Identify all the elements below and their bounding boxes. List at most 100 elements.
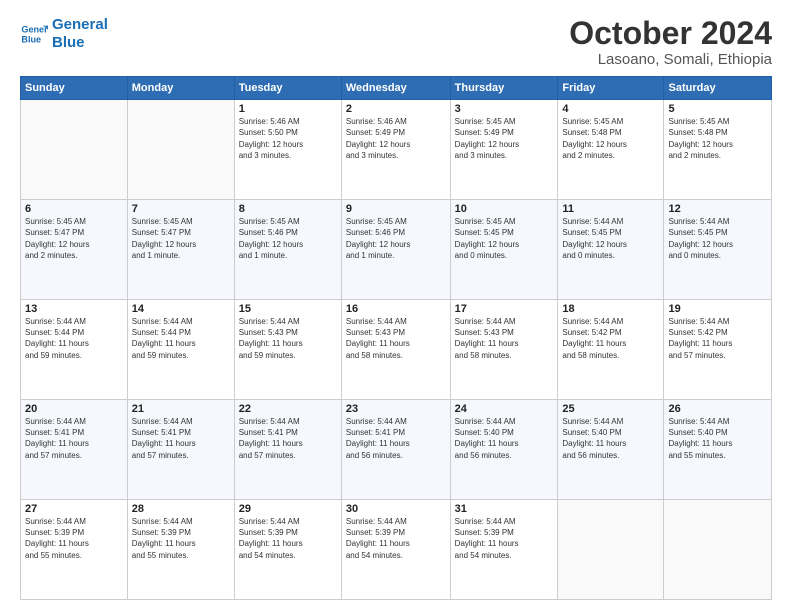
day-info: Sunrise: 5:44 AM Sunset: 5:41 PM Dayligh…: [346, 416, 446, 461]
calendar-cell: [558, 500, 664, 600]
calendar-cell: 25Sunrise: 5:44 AM Sunset: 5:40 PM Dayli…: [558, 400, 664, 500]
day-info: Sunrise: 5:44 AM Sunset: 5:43 PM Dayligh…: [346, 316, 446, 361]
day-number: 30: [346, 503, 446, 515]
calendar-week-row: 6 Sunrise: 5:45 AM Sunset: 5:47 PM Daylig…: [21, 200, 772, 300]
header-day-tuesday: Tuesday: [234, 77, 341, 100]
day-number: 22: [239, 403, 337, 415]
header-day-saturday: Saturday: [664, 77, 772, 100]
calendar-cell: 8Sunrise: 5:45 AM Sunset: 5:46 PM Daylig…: [234, 200, 341, 300]
day-info: Sunrise: 5:44 AM Sunset: 5:40 PM Dayligh…: [668, 416, 767, 461]
day-info: Sunrise: 5:44 AM Sunset: 5:44 PM Dayligh…: [25, 316, 123, 361]
calendar-cell: 29Sunrise: 5:44 AM Sunset: 5:39 PM Dayli…: [234, 500, 341, 600]
calendar-cell: 6Sunrise: 5:45 AM Sunset: 5:47 PM Daylig…: [21, 200, 128, 300]
day-number: 7: [132, 203, 230, 215]
calendar-header-row: SundayMondayTuesdayWednesdayThursdayFrid…: [21, 77, 772, 100]
calendar-cell: 10Sunrise: 5:45 AM Sunset: 5:45 PM Dayli…: [450, 200, 558, 300]
day-number: 1: [239, 103, 337, 115]
day-info: Sunrise: 5:44 AM Sunset: 5:39 PM Dayligh…: [25, 516, 123, 561]
calendar-cell: 22Sunrise: 5:44 AM Sunset: 5:41 PM Dayli…: [234, 400, 341, 500]
calendar-cell: 27Sunrise: 5:44 AM Sunset: 5:39 PM Dayli…: [21, 500, 128, 600]
day-number: 6: [25, 203, 123, 215]
day-info: Sunrise: 5:45 AM Sunset: 5:46 PM Dayligh…: [346, 216, 446, 261]
calendar-cell: [664, 500, 772, 600]
day-number: 21: [132, 403, 230, 415]
calendar-cell: 5Sunrise: 5:45 AM Sunset: 5:48 PM Daylig…: [664, 100, 772, 200]
day-info: Sunrise: 5:45 AM Sunset: 5:48 PM Dayligh…: [668, 116, 767, 161]
day-number: 9: [346, 203, 446, 215]
calendar-cell: 23Sunrise: 5:44 AM Sunset: 5:41 PM Dayli…: [341, 400, 450, 500]
calendar-cell: 9Sunrise: 5:45 AM Sunset: 5:46 PM Daylig…: [341, 200, 450, 300]
day-info: Sunrise: 5:45 AM Sunset: 5:47 PM Dayligh…: [132, 216, 230, 261]
day-info: Sunrise: 5:44 AM Sunset: 5:40 PM Dayligh…: [562, 416, 659, 461]
svg-text:Blue: Blue: [21, 34, 41, 44]
page-header: General Blue General Blue October 2024 L…: [20, 16, 772, 68]
day-info: Sunrise: 5:44 AM Sunset: 5:39 PM Dayligh…: [239, 516, 337, 561]
page-subtitle: Lasoano, Somali, Ethiopia: [569, 51, 772, 68]
day-number: 23: [346, 403, 446, 415]
day-number: 26: [668, 403, 767, 415]
calendar-cell: 20Sunrise: 5:44 AM Sunset: 5:41 PM Dayli…: [21, 400, 128, 500]
calendar-cell: 11Sunrise: 5:44 AM Sunset: 5:45 PM Dayli…: [558, 200, 664, 300]
day-info: Sunrise: 5:44 AM Sunset: 5:39 PM Dayligh…: [132, 516, 230, 561]
calendar-cell: 2Sunrise: 5:46 AM Sunset: 5:49 PM Daylig…: [341, 100, 450, 200]
page-title: October 2024: [569, 16, 772, 51]
day-info: Sunrise: 5:44 AM Sunset: 5:43 PM Dayligh…: [239, 316, 337, 361]
calendar-cell: 16Sunrise: 5:44 AM Sunset: 5:43 PM Dayli…: [341, 300, 450, 400]
day-number: 15: [239, 303, 337, 315]
day-info: Sunrise: 5:45 AM Sunset: 5:48 PM Dayligh…: [562, 116, 659, 161]
logo: General Blue General Blue: [20, 16, 108, 52]
title-section: October 2024 Lasoano, Somali, Ethiopia: [569, 16, 772, 68]
calendar-cell: 30Sunrise: 5:44 AM Sunset: 5:39 PM Dayli…: [341, 500, 450, 600]
calendar-cell: 19Sunrise: 5:44 AM Sunset: 5:42 PM Dayli…: [664, 300, 772, 400]
day-info: Sunrise: 5:44 AM Sunset: 5:41 PM Dayligh…: [239, 416, 337, 461]
day-number: 4: [562, 103, 659, 115]
day-info: Sunrise: 5:45 AM Sunset: 5:45 PM Dayligh…: [455, 216, 554, 261]
calendar-cell: 1Sunrise: 5:46 AM Sunset: 5:50 PM Daylig…: [234, 100, 341, 200]
day-info: Sunrise: 5:46 AM Sunset: 5:49 PM Dayligh…: [346, 116, 446, 161]
calendar-cell: 17Sunrise: 5:44 AM Sunset: 5:43 PM Dayli…: [450, 300, 558, 400]
day-info: Sunrise: 5:44 AM Sunset: 5:45 PM Dayligh…: [668, 216, 767, 261]
calendar-cell: 3Sunrise: 5:45 AM Sunset: 5:49 PM Daylig…: [450, 100, 558, 200]
calendar-week-row: 20Sunrise: 5:44 AM Sunset: 5:41 PM Dayli…: [21, 400, 772, 500]
day-number: 16: [346, 303, 446, 315]
calendar-cell: 12Sunrise: 5:44 AM Sunset: 5:45 PM Dayli…: [664, 200, 772, 300]
calendar-cell: 24Sunrise: 5:44 AM Sunset: 5:40 PM Dayli…: [450, 400, 558, 500]
day-number: 24: [455, 403, 554, 415]
header-day-sunday: Sunday: [21, 77, 128, 100]
calendar-week-row: 1Sunrise: 5:46 AM Sunset: 5:50 PM Daylig…: [21, 100, 772, 200]
calendar-cell: 21Sunrise: 5:44 AM Sunset: 5:41 PM Dayli…: [127, 400, 234, 500]
day-info: Sunrise: 5:45 AM Sunset: 5:49 PM Dayligh…: [455, 116, 554, 161]
day-number: 29: [239, 503, 337, 515]
calendar-cell: 31Sunrise: 5:44 AM Sunset: 5:39 PM Dayli…: [450, 500, 558, 600]
logo-line1: General: [52, 16, 108, 34]
calendar-cell: 18Sunrise: 5:44 AM Sunset: 5:42 PM Dayli…: [558, 300, 664, 400]
calendar-table: SundayMondayTuesdayWednesdayThursdayFrid…: [20, 76, 772, 600]
calendar-cell: 4Sunrise: 5:45 AM Sunset: 5:48 PM Daylig…: [558, 100, 664, 200]
day-info: Sunrise: 5:44 AM Sunset: 5:45 PM Dayligh…: [562, 216, 659, 261]
header-day-wednesday: Wednesday: [341, 77, 450, 100]
day-info: Sunrise: 5:45 AM Sunset: 5:46 PM Dayligh…: [239, 216, 337, 261]
day-number: 31: [455, 503, 554, 515]
day-number: 13: [25, 303, 123, 315]
day-number: 28: [132, 503, 230, 515]
logo-line2: Blue: [52, 34, 108, 52]
calendar-cell: 26Sunrise: 5:44 AM Sunset: 5:40 PM Dayli…: [664, 400, 772, 500]
day-number: 17: [455, 303, 554, 315]
header-day-friday: Friday: [558, 77, 664, 100]
day-info: Sunrise: 5:44 AM Sunset: 5:39 PM Dayligh…: [346, 516, 446, 561]
day-info: Sunrise: 5:44 AM Sunset: 5:42 PM Dayligh…: [668, 316, 767, 361]
day-number: 11: [562, 203, 659, 215]
day-number: 27: [25, 503, 123, 515]
calendar-cell: 14Sunrise: 5:44 AM Sunset: 5:44 PM Dayli…: [127, 300, 234, 400]
day-info: Sunrise: 5:44 AM Sunset: 5:43 PM Dayligh…: [455, 316, 554, 361]
calendar-cell: 28Sunrise: 5:44 AM Sunset: 5:39 PM Dayli…: [127, 500, 234, 600]
day-number: 2: [346, 103, 446, 115]
header-day-monday: Monday: [127, 77, 234, 100]
day-info: Sunrise: 5:44 AM Sunset: 5:44 PM Dayligh…: [132, 316, 230, 361]
day-number: 18: [562, 303, 659, 315]
day-number: 5: [668, 103, 767, 115]
day-number: 12: [668, 203, 767, 215]
calendar-cell: 13Sunrise: 5:44 AM Sunset: 5:44 PM Dayli…: [21, 300, 128, 400]
header-day-thursday: Thursday: [450, 77, 558, 100]
calendar-week-row: 27Sunrise: 5:44 AM Sunset: 5:39 PM Dayli…: [21, 500, 772, 600]
